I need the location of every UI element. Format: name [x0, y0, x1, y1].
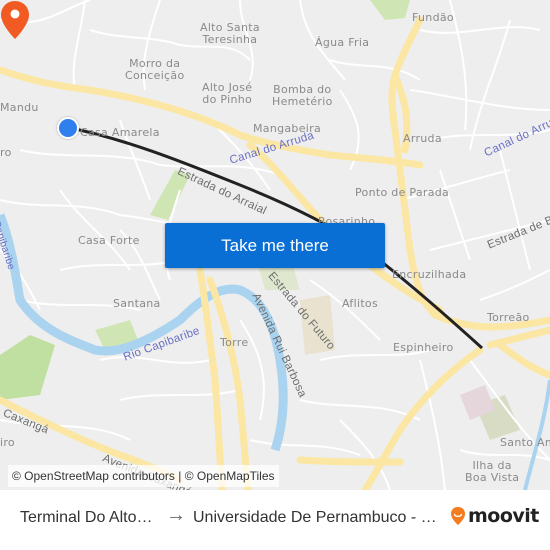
- river: [523, 379, 550, 490]
- neighborhood-label: Santana: [113, 297, 161, 310]
- neighborhood-label: Ponto de Parada: [355, 186, 450, 199]
- neighborhood-label: Ilha da Boa Vista: [465, 459, 520, 484]
- park-area: [0, 335, 55, 400]
- origin-name: Terminal Do Alto…: [20, 509, 153, 526]
- neighborhood-label: iro: [0, 436, 15, 449]
- neighborhood-label: Água Fria: [315, 36, 370, 49]
- park-area: [370, 0, 410, 20]
- neighborhood-label: Casa Amarela: [80, 126, 160, 139]
- neighborhood-label: ro: [0, 146, 12, 159]
- moovit-logo[interactable]: moovit: [450, 505, 539, 527]
- neighborhood-label: Mandu: [0, 101, 39, 114]
- neighborhood-label: Morro da Conceição: [125, 57, 185, 82]
- brand-name: moovit: [468, 505, 539, 527]
- neighborhood-label: Espinheiro: [393, 341, 454, 354]
- neighborhood-label: Arruda: [403, 132, 442, 145]
- destination-pin-icon[interactable]: [0, 0, 30, 40]
- footer: Terminal Do Alto… → Universidade De Pern…: [0, 490, 550, 550]
- neighborhood-label: Alto Santa Teresinha: [200, 21, 260, 46]
- neighborhood-label: Torreão: [487, 311, 530, 324]
- neighborhood-label: Alto José do Pinho: [202, 81, 253, 106]
- osm-attribution-link[interactable]: © OpenStreetMap contributors: [12, 469, 175, 483]
- map[interactable]: Fundão Alto Santa Teresinha Água Fria Mo…: [0, 0, 550, 490]
- map-attribution: © OpenStreetMap contributors | © OpenMap…: [8, 465, 279, 487]
- moovit-pin-icon: [451, 507, 465, 525]
- neighborhood-label: Bomba do Hemetério: [272, 83, 333, 108]
- neighborhood-label: Encruzilhada: [392, 268, 467, 281]
- origin-marker[interactable]: [57, 117, 79, 139]
- openmaptiles-attribution-link[interactable]: © OpenMapTiles: [185, 469, 275, 483]
- arrow-right-icon: →: [166, 504, 186, 526]
- neighborhood-label: Torre: [220, 336, 249, 349]
- neighborhood-label: Aflitos: [342, 297, 378, 310]
- neighborhood-label: Santo Am: [500, 436, 550, 449]
- neighborhood-label: Fundão: [412, 11, 454, 24]
- destination-name: Universidade De Pernambuco - …: [193, 509, 437, 526]
- take-me-there-button[interactable]: Take me there: [165, 223, 385, 268]
- attribution-separator: |: [178, 469, 182, 483]
- neighborhood-label: Casa Forte: [78, 234, 140, 247]
